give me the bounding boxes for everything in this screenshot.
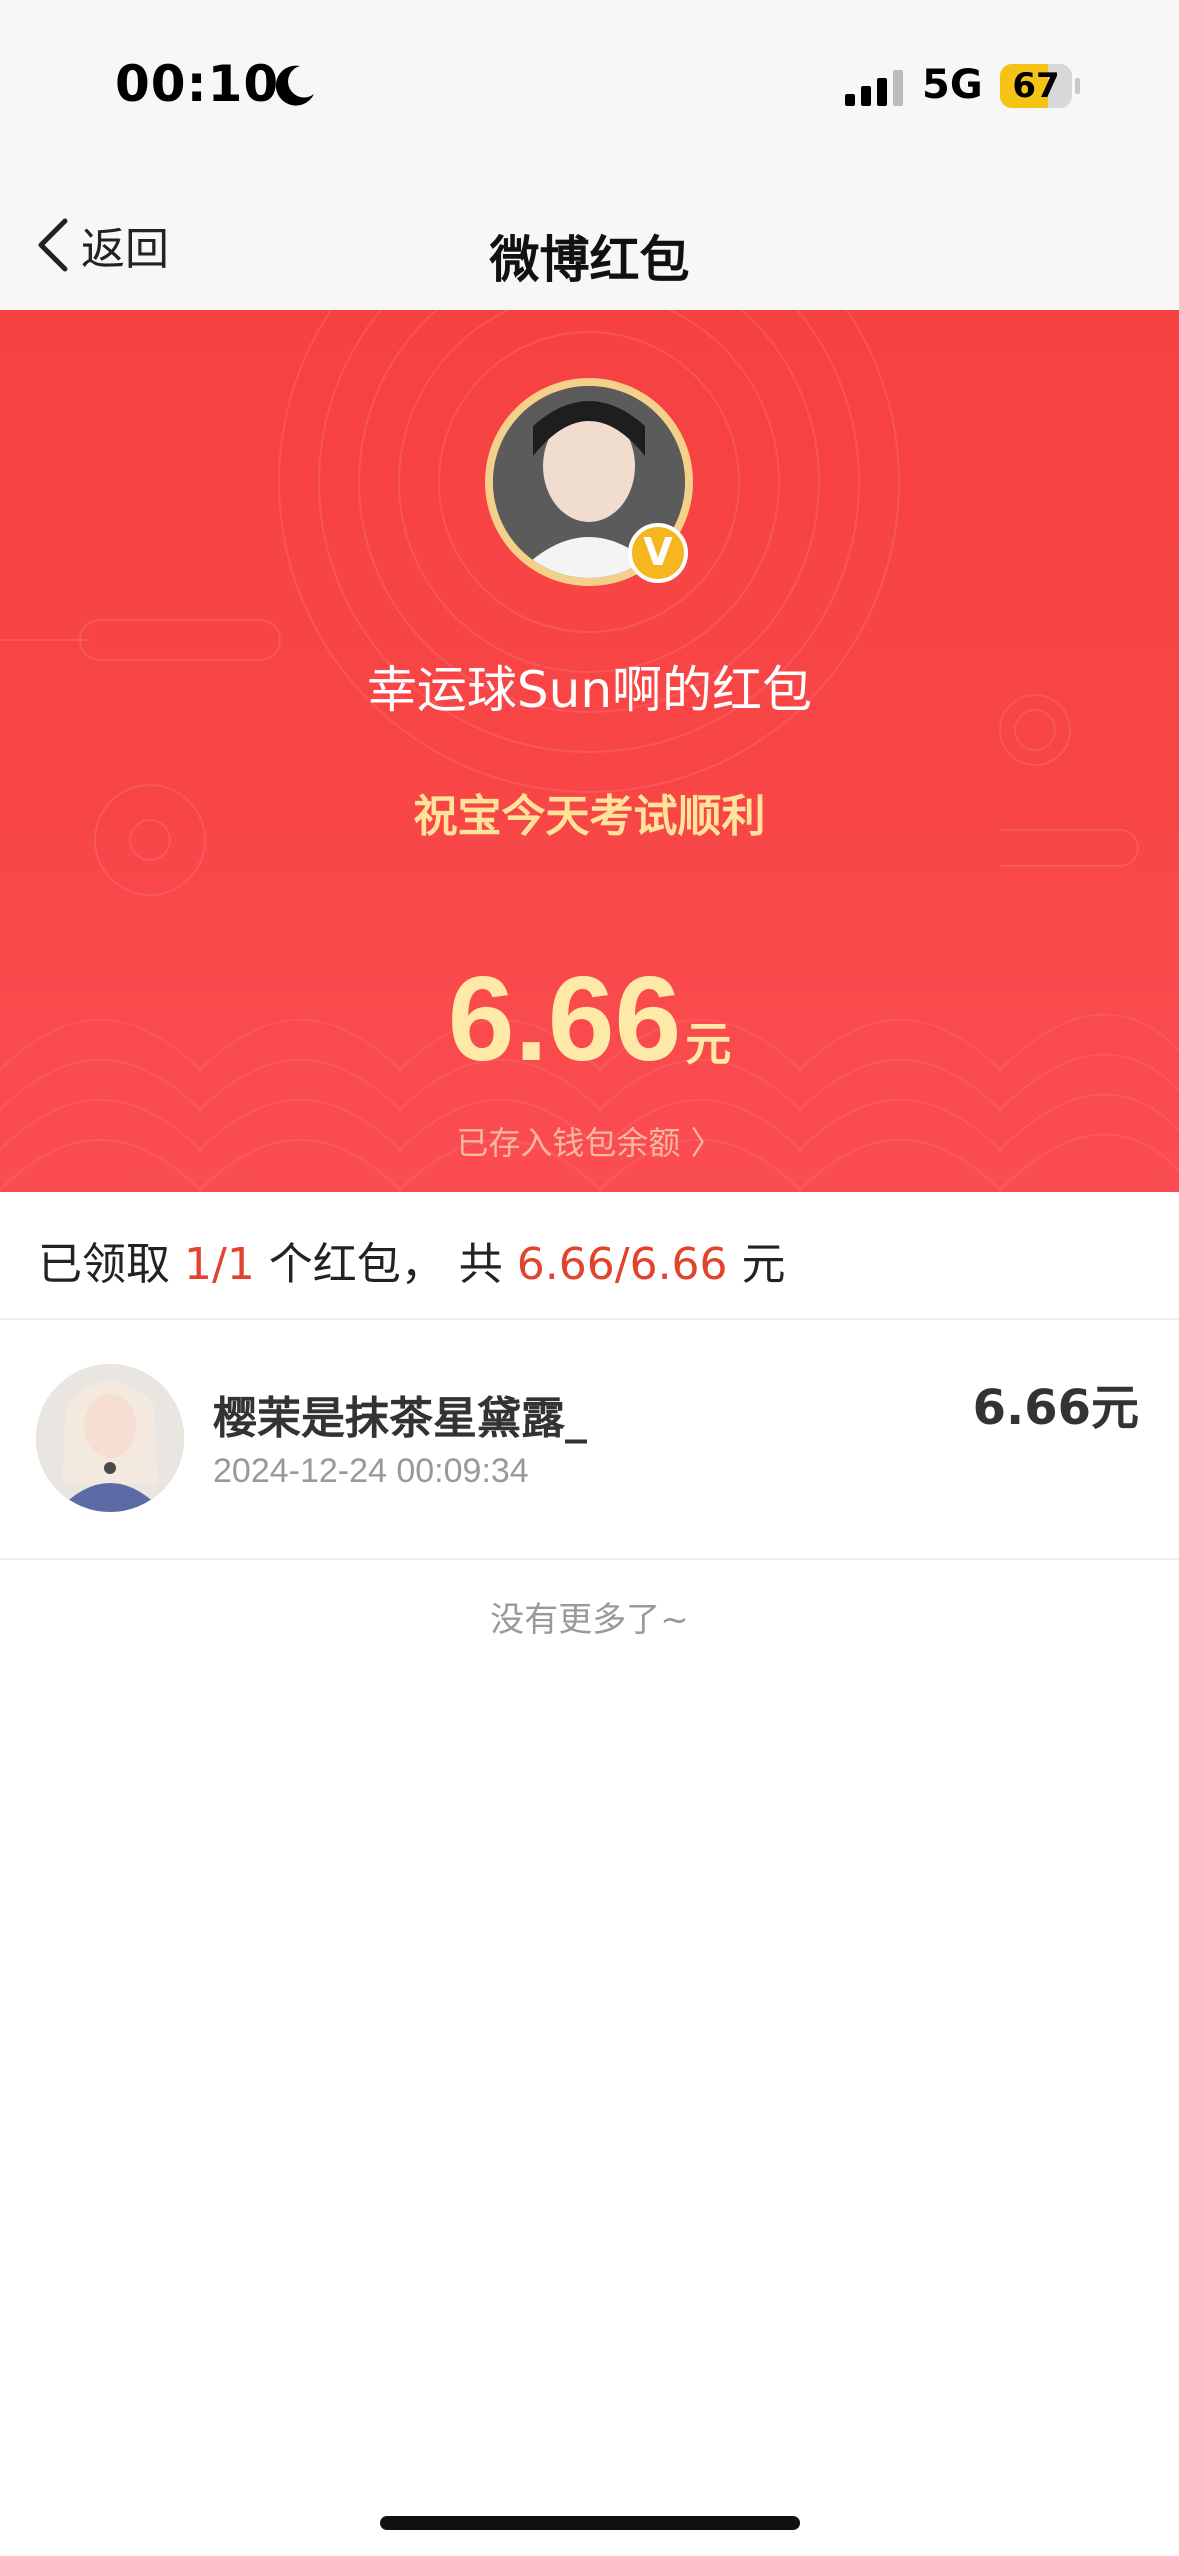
- summary-count: 1/1: [184, 1239, 255, 1290]
- battery-level: 67: [1012, 66, 1060, 106]
- status-time: 00:10: [115, 55, 280, 113]
- amount-unit: 元: [685, 1017, 732, 1071]
- network-label: 5G: [922, 62, 983, 108]
- claim-summary: 已领取 1/1 个红包， 共 6.66/6.66 元: [0, 1192, 1179, 1320]
- home-indicator[interactable]: [380, 2516, 800, 2530]
- record-time: 2024-12-24 00:09:34: [213, 1452, 529, 1490]
- battery-icon: 67: [1000, 64, 1072, 108]
- record-amount: 6.66元: [972, 1380, 1139, 1436]
- summary-total: 6.66/6.66: [516, 1239, 728, 1290]
- battery-cap: [1075, 78, 1080, 94]
- record-name: 樱茉是抹茶星黛露_: [213, 1393, 587, 1444]
- summary-suffix: 元: [727, 1239, 786, 1290]
- summary-prefix: 已领取: [38, 1239, 184, 1290]
- summary-middle: 个红包， 共: [254, 1239, 517, 1290]
- wallet-balance-link[interactable]: 已存入钱包余额 〉: [0, 1118, 1179, 1164]
- signal-icon: [845, 70, 903, 106]
- avatar[interactable]: [36, 1364, 184, 1512]
- nav-bar: 返回 微博红包: [0, 170, 1179, 310]
- verified-badge-icon: V: [628, 523, 688, 583]
- avatar-photo: [36, 1364, 184, 1512]
- page-title: 微博红包: [489, 231, 690, 289]
- red-envelope-header: V 幸运球Sun啊的红包 祝宝今天考试顺利 6.66元 已存入钱包余额 〉: [0, 310, 1179, 1192]
- summary-text: 已领取 1/1 个红包， 共 6.66/6.66 元: [38, 1228, 786, 1292]
- end-of-list-text: 没有更多了~: [490, 1600, 689, 1640]
- status-bar: 00:10 5G 67: [0, 0, 1179, 170]
- list-item[interactable]: 樱茉是抹茶星黛露_ 2024-12-24 00:09:34 6.66元: [0, 1320, 1179, 1560]
- blessing-message: 祝宝今天考试顺利: [413, 791, 766, 842]
- received-amount: 6.66元: [0, 950, 1179, 1088]
- amount-value: 6.66: [447, 952, 682, 1086]
- moon-icon: [275, 65, 314, 106]
- sender-title: 幸运球Sun啊的红包: [366, 661, 813, 719]
